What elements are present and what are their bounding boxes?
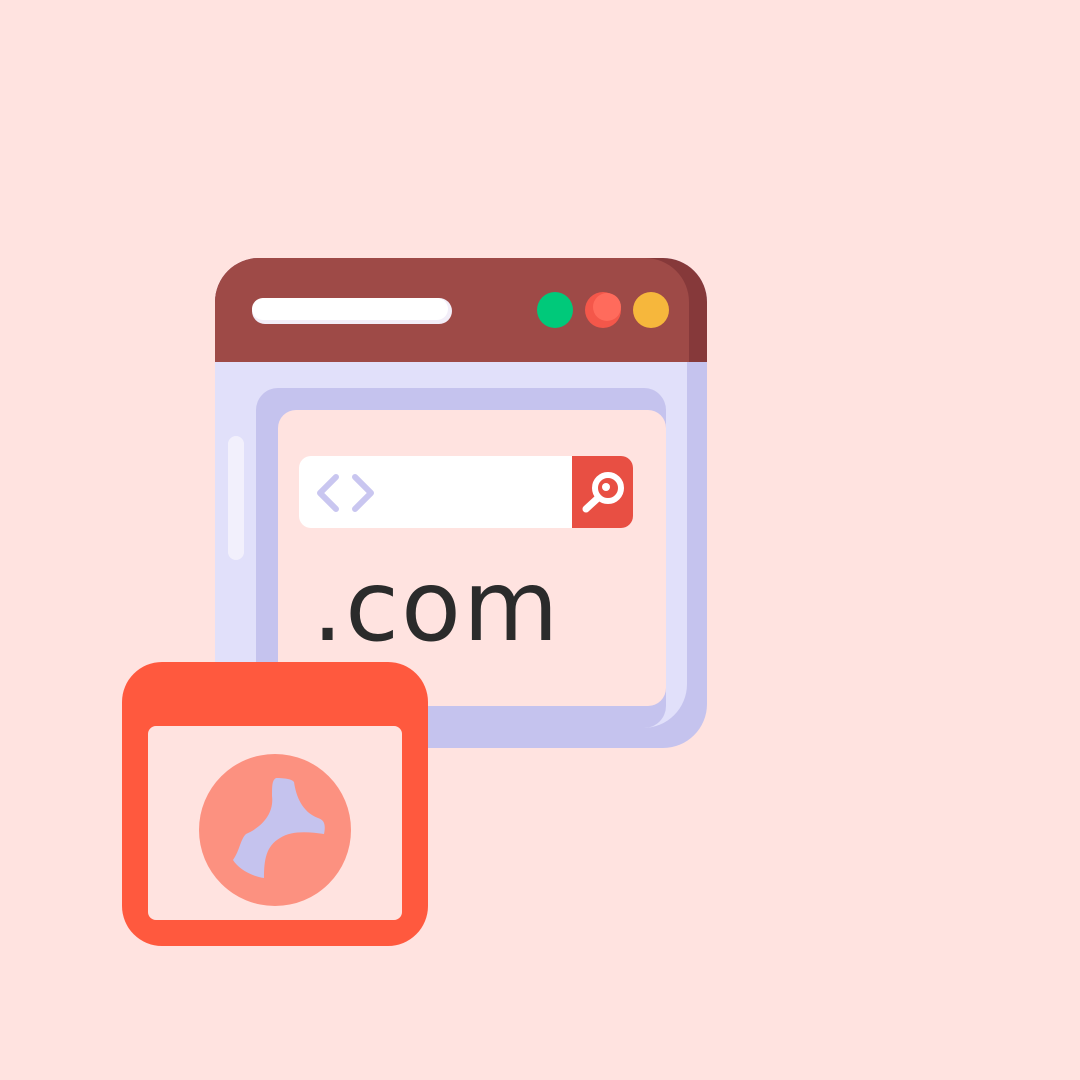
globe-window (122, 662, 428, 946)
globe-icon (199, 754, 351, 906)
address-bar[interactable] (299, 456, 633, 528)
browser-titlebar (215, 258, 707, 362)
scrollbar-indicator[interactable] (228, 436, 244, 560)
window-control-green[interactable] (537, 292, 573, 328)
illustration: .com (0, 0, 1080, 1080)
domain-text: .com (312, 550, 560, 664)
window-control-yellow[interactable] (633, 292, 669, 328)
